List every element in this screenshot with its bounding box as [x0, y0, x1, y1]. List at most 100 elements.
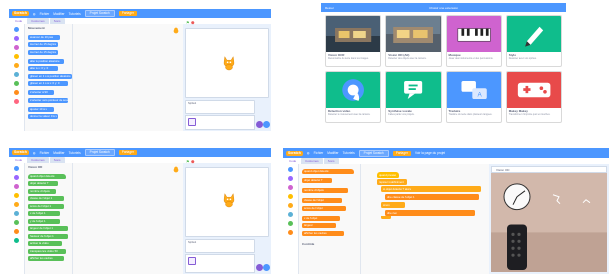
category-control[interactable] — [14, 63, 19, 68]
script-workspace[interactable] — [73, 163, 183, 274]
block-go-to-random[interactable]: aller à position aléatoire — [28, 58, 64, 64]
extension-card[interactable]: Vision OD (Alt) Détecter des objets avec… — [385, 15, 442, 67]
globe-icon[interactable]: ◍ — [33, 151, 36, 155]
script-block-if[interactable]: si objet détecté ? alors — [381, 186, 481, 192]
share-button[interactable]: Partager — [118, 150, 137, 155]
category-control[interactable] — [14, 202, 19, 207]
scratch-logo[interactable]: Scratch — [286, 150, 303, 156]
block-object-width[interactable]: largeur — [302, 223, 336, 228]
category-variables[interactable] — [14, 90, 19, 95]
block-object-count[interactable]: nombre d'objets — [28, 188, 56, 194]
category-sensing[interactable] — [14, 72, 19, 77]
add-backdrop-button[interactable] — [263, 264, 270, 271]
green-flag-icon[interactable]: ⚑ — [186, 20, 190, 25]
extension-card[interactable]: A Traduire Traduire du texte dans plusie… — [445, 71, 502, 123]
script-block-say-nothing[interactable]: dire rien — [385, 210, 475, 216]
block-object-detected[interactable]: objet détecté ? — [28, 181, 58, 186]
cat-sprite[interactable] — [222, 192, 236, 208]
block-when-object-detected[interactable]: quand objet détecté — [302, 169, 354, 174]
category-looks[interactable] — [288, 176, 293, 181]
category-motion[interactable] — [288, 167, 293, 172]
script-workspace[interactable]: quand pressé répéter indéfiniment si obj… — [361, 164, 489, 274]
block-object-y[interactable]: y de l'objet 1 — [28, 218, 60, 224]
category-vision-od[interactable] — [14, 238, 19, 243]
block-object-x[interactable]: x de l'objet — [302, 215, 340, 221]
block-show-boxes[interactable]: afficher les cadres — [302, 230, 344, 236]
globe-icon[interactable]: ◍ — [33, 12, 36, 16]
block-when-object-detected[interactable]: quand objet détecté — [28, 173, 66, 179]
block-object-score[interactable]: score de l'objet — [302, 205, 346, 211]
extension-card[interactable]: Détection vidéo Détecter le mouvement av… — [325, 71, 382, 123]
block-glide-xy[interactable]: glisser en 1 s à x: 0 y: 0 — [28, 81, 68, 86]
menu-file[interactable]: Fichier — [314, 151, 324, 155]
extension-card[interactable]: Stylo Dessiner avec vos sprites. — [505, 15, 562, 67]
category-operators[interactable] — [288, 221, 293, 226]
menu-file[interactable]: Fichier — [40, 151, 50, 155]
block-video-on[interactable]: activer la vidéo — [28, 241, 62, 246]
category-events[interactable] — [14, 54, 19, 59]
add-sprite-button[interactable] — [256, 121, 263, 128]
green-flag-icon[interactable]: ⚑ — [186, 159, 190, 164]
see-project-page-link[interactable]: Voir la page du projet — [415, 151, 445, 155]
cat-sprite[interactable] — [222, 55, 236, 71]
category-my-blocks[interactable] — [14, 99, 19, 104]
block-object-count[interactable]: nombre d'objets — [302, 188, 348, 193]
stage-canvas[interactable] — [185, 167, 269, 237]
block-set-x[interactable]: donner la valeur 0 à x — [28, 114, 58, 119]
sprite-thumbnail[interactable] — [188, 118, 196, 126]
extension-card[interactable]: Makey Makey Transformer n'importe quoi e… — [505, 71, 562, 123]
sprite-thumbnail[interactable] — [188, 257, 196, 265]
extension-card[interactable]: Musique Jouer des instruments et des per… — [445, 15, 502, 67]
category-events[interactable] — [288, 194, 293, 199]
block-object-detected[interactable]: objet détecté ? — [302, 178, 332, 183]
category-sound[interactable] — [288, 185, 293, 190]
share-button[interactable]: Partager — [118, 11, 137, 16]
block-point-towards[interactable]: s'orienter vers pointeur de souris — [28, 97, 68, 103]
add-sprite-button[interactable] — [256, 264, 263, 271]
category-sensing[interactable] — [14, 211, 19, 216]
category-motion[interactable] — [14, 166, 19, 171]
category-events[interactable] — [14, 193, 19, 198]
stage-canvas[interactable] — [185, 28, 269, 98]
extension-card[interactable]: Vision OCR Reconnaître du texte dans les… — [325, 15, 382, 67]
block-object-class[interactable]: classe de l'objet 1 — [28, 196, 64, 201]
project-title-input[interactable]: Projet Scratch — [358, 149, 389, 157]
project-title-input[interactable]: Projet Scratch — [84, 10, 115, 17]
scratch-logo[interactable]: Scratch — [12, 150, 29, 155]
stop-icon[interactable]: ⬣ — [191, 159, 195, 164]
block-turn-right[interactable]: tourner de 15 degrés — [28, 42, 58, 47]
block-point-direction[interactable]: s'orienter à 90 — [28, 90, 54, 95]
menu-edit[interactable]: Modifier — [53, 12, 64, 16]
block-object-class[interactable]: classe de l'objet — [302, 198, 342, 203]
block-turn-left[interactable]: tourner de 15 degrés — [28, 49, 58, 55]
script-workspace[interactable] — [73, 24, 183, 131]
script-block-forever[interactable]: répéter indéfiniment — [377, 179, 407, 185]
category-variables[interactable] — [288, 230, 293, 235]
block-object-score[interactable]: score de l'objet 1 — [28, 203, 64, 209]
category-sound[interactable] — [14, 45, 19, 50]
category-operators[interactable] — [14, 81, 19, 86]
globe-icon[interactable]: ◍ — [307, 151, 310, 155]
scratch-logo[interactable]: Scratch — [12, 11, 29, 16]
menu-edit[interactable]: Modifier — [53, 151, 64, 155]
block-object-width[interactable]: largeur de l'objet 1 — [28, 226, 68, 231]
menu-file[interactable]: Fichier — [40, 12, 50, 16]
share-button[interactable]: Partager — [392, 150, 411, 156]
extension-card[interactable]: Synthèse vocale Faites parler vos projet… — [385, 71, 442, 123]
category-control[interactable] — [288, 203, 293, 208]
project-title-input[interactable]: Projet Scratch — [84, 149, 115, 156]
menu-tutorials[interactable]: Tutoriels — [69, 12, 81, 16]
script-block-when-flag[interactable]: quand pressé — [377, 172, 399, 178]
menu-edit[interactable]: Modifier — [327, 151, 338, 155]
category-sound[interactable] — [14, 184, 19, 189]
block-object-x[interactable]: x de l'objet 1 — [28, 211, 60, 216]
menu-tutorials[interactable]: Tutoriels — [343, 151, 355, 155]
menu-tutorials[interactable]: Tutoriels — [69, 151, 81, 155]
stop-icon[interactable]: ⬣ — [191, 20, 195, 25]
block-go-to-xy[interactable]: aller à x: 0 y: 0 — [28, 66, 58, 71]
script-block-say-class[interactable]: dire classe de l'objet 1 — [385, 194, 479, 200]
category-sensing[interactable] — [288, 212, 293, 217]
block-show-boxes[interactable]: afficher les cadres — [28, 256, 64, 261]
category-variables[interactable] — [14, 229, 19, 234]
block-video-transparency[interactable]: transparence vidéo 50 — [28, 248, 66, 254]
